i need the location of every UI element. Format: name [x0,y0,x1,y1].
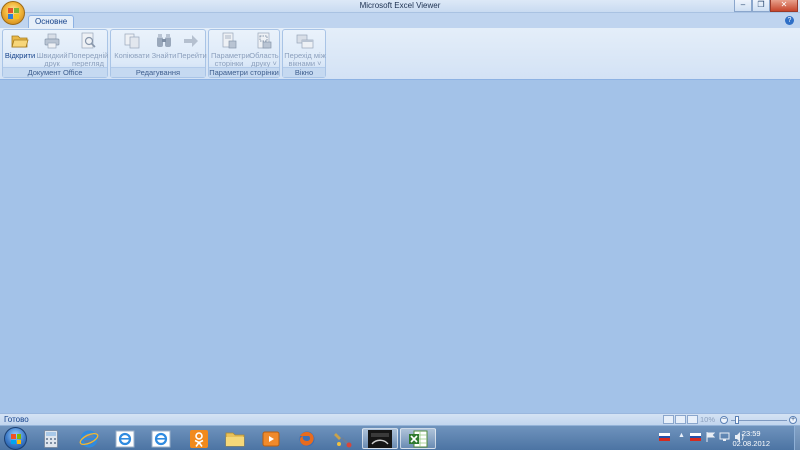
arrow-right-icon [182,32,200,50]
clock-time: 23:59 [741,429,761,438]
window-title: Microsoft Excel Viewer [359,1,441,10]
print-area-icon [255,32,273,50]
tool-icon [334,432,352,447]
clock[interactable]: 23:59 02.08.2012 [732,429,770,449]
switch-windows-icon [296,32,314,50]
taskbar-item-excel-viewer[interactable] [400,428,436,449]
firefox-icon [299,431,315,446]
page-break-view-button[interactable] [687,415,698,424]
page-layout-view-button[interactable] [675,415,686,424]
folder-open-icon [11,32,29,50]
status-bar: Готово 10% − + [0,413,800,425]
taskbar-item-firefox[interactable] [292,428,322,449]
ie-icon [115,430,135,447]
normal-view-button[interactable] [663,415,674,424]
minimize-button[interactable]: – [734,0,752,12]
tab-home[interactable]: Основне [28,15,75,29]
page-setup-button[interactable]: Параметри сторінки [211,32,250,68]
page-setup-icon [220,32,238,50]
taskbar-item-app-tool[interactable] [328,428,358,449]
find-button[interactable]: Знайти [151,32,177,60]
taskbar-item-internet-explorer-3[interactable] [146,428,176,449]
show-desktop-button[interactable] [794,426,800,450]
taskbar: ▲ 23:59 02.08.2012 [0,425,800,450]
close-button[interactable]: ✕ [770,0,798,12]
status-text: Готово [4,415,29,424]
windows-logo-icon [11,434,21,444]
group-window: Перехід між вікнами ˅ Вікно [282,29,326,78]
system-tray: ▲ 23:59 02.08.2012 [650,426,800,450]
restore-button[interactable]: ❐ [752,0,770,12]
zoom-slider-thumb[interactable] [734,416,739,424]
zoom-level-label[interactable]: 10% [700,415,715,424]
action-center-flag-icon[interactable] [706,432,716,444]
ie-icon [79,430,99,447]
print-area-button[interactable]: Область друку ˅ [248,32,280,68]
taskbar-item-internet-explorer[interactable] [74,428,104,449]
goto-button[interactable]: Перейти [177,32,207,60]
taskbar-item-media-player[interactable] [256,428,286,449]
group-editing: Копіювати Знайти Перейти Редагування [110,29,207,78]
start-button[interactable] [4,427,27,450]
view-buttons [663,415,698,424]
group-title-window: Вікно [283,67,325,77]
taskbar-item-calculator[interactable] [36,428,66,449]
office-button[interactable] [1,1,25,25]
switch-windows-button[interactable]: Перехід між вікнами ˅ [284,32,326,68]
media-player-icon [262,431,280,446]
zoom-slider-track[interactable] [731,420,787,421]
print-preview-icon [79,32,97,50]
group-office-document: Відкрити Швидкий друк Попередній перегля… [2,29,108,78]
group-title-office-document: Документ Office [3,67,107,77]
ribbon: Відкрити Швидкий друк Попередній перегля… [0,28,800,80]
group-page-setup: Параметри сторінки Область друку ˅ Парам… [208,29,280,78]
office-logo-icon [7,7,19,19]
quick-print-button[interactable]: Швидкий друк [36,32,68,68]
group-title-editing: Редагування [111,67,205,77]
dark-app-icon [368,429,392,448]
print-preview-button[interactable]: Попередній перегляд [68,32,108,68]
show-hidden-icons-icon[interactable]: ▲ [678,432,685,439]
ribbon-tab-strip: Основне ? [0,13,800,29]
odnoklassniki-icon [190,429,208,448]
help-icon[interactable]: ? [785,16,794,25]
open-button[interactable]: Відкрити [4,32,36,60]
zoom-in-button[interactable]: + [789,416,797,424]
title-bar: Microsoft Excel Viewer – ❐ ✕ [0,0,800,13]
group-title-page-setup: Параметри сторінки [209,67,279,77]
ie-icon [151,430,171,447]
network-icon[interactable] [719,432,730,444]
calculator-icon [44,429,58,448]
printer-icon [43,32,61,50]
clock-date: 02.08.2012 [732,439,770,448]
copy-button[interactable]: Копіювати [114,32,150,60]
folder-icon [225,432,245,446]
taskbar-item-internet-explorer-2[interactable] [110,428,140,449]
excel-icon [409,430,428,447]
workspace [0,81,800,413]
taskbar-item-odnoklassniki[interactable] [184,428,214,449]
flag-ru-icon[interactable] [659,433,670,442]
copy-icon [123,32,141,50]
language-flag-icon[interactable] [690,433,701,442]
taskbar-item-file-explorer[interactable] [220,428,250,449]
window-controls: – ❐ ✕ [734,0,798,12]
zoom-out-button[interactable]: − [720,416,728,424]
taskbar-item-app-dark[interactable] [362,428,398,449]
binoculars-icon [155,32,173,50]
